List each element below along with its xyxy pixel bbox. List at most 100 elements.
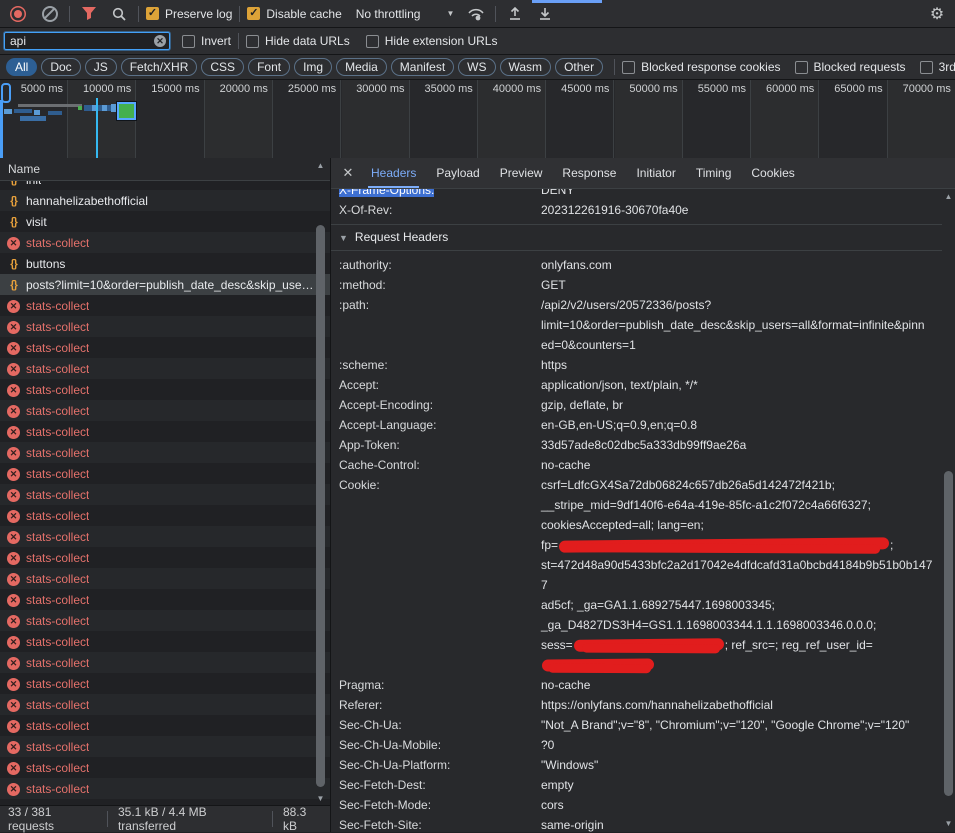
filter-button[interactable] [77, 3, 101, 25]
export-har-button[interactable] [533, 3, 557, 25]
filter-input[interactable] [4, 32, 170, 50]
preserve-log-checkbox[interactable]: ✓ [146, 7, 159, 20]
table-row-stats-collect[interactable]: ✕stats-collect [0, 232, 330, 253]
error-icon: ✕ [7, 384, 20, 397]
settings-button[interactable]: ⚙ [925, 3, 949, 25]
table-row-stats-collect[interactable]: ✕stats-collect [0, 736, 330, 757]
table-row-stats-collect[interactable]: ✕stats-collect [0, 421, 330, 442]
import-har-button[interactable] [503, 3, 527, 25]
table-row-stats-collect[interactable]: ✕stats-collect [0, 715, 330, 736]
request-name: init [26, 181, 41, 187]
request-list-scrollbar[interactable]: ▲ ▼ [314, 160, 327, 805]
name-column-header[interactable]: Name [0, 158, 330, 181]
tab-preview[interactable]: Preview [490, 158, 553, 188]
scroll-down-icon[interactable]: ▼ [314, 793, 327, 805]
table-row-stats-collect[interactable]: ✕stats-collect [0, 400, 330, 421]
filter-pill-js[interactable]: JS [85, 58, 117, 76]
table-row-stats-collect[interactable]: ✕stats-collect [0, 295, 330, 316]
filter-pill-media[interactable]: Media [336, 58, 387, 76]
header-value: ?0 [541, 735, 939, 755]
tab-initiator[interactable]: Initiator [626, 158, 685, 188]
table-row-stats-collect[interactable]: ✕stats-collect [0, 631, 330, 652]
table-row-stats-collect[interactable]: ✕stats-collect [0, 442, 330, 463]
filter-pill-ws[interactable]: WS [458, 58, 495, 76]
network-conditions-icon [467, 7, 485, 21]
table-row-stats-collect[interactable]: ✕stats-collect [0, 316, 330, 337]
header-row: Referer:https://onlyfans.com/hannaheliza… [339, 695, 942, 715]
table-row-stats-collect[interactable]: ✕stats-collect [0, 757, 330, 778]
table-row-stats-collect[interactable]: ✕ stats-collect [0, 337, 330, 358]
details-scrollbar[interactable]: ▲ ▼ [942, 189, 955, 832]
close-icon[interactable]: ✕ [335, 165, 361, 181]
hide-extension-urls-checkbox[interactable] [366, 35, 379, 48]
error-icon: ✕ [7, 678, 20, 691]
table-row-init[interactable]: {}init [0, 181, 330, 190]
filter-pill-wasm[interactable]: Wasm [500, 58, 552, 76]
disable-cache-checkbox[interactable]: ✓ [247, 7, 260, 20]
header-row: X-Of-Rev:202312261916-30670fa40e [339, 200, 942, 220]
scrollbar-thumb[interactable] [944, 471, 953, 796]
tab-payload[interactable]: Payload [426, 158, 489, 188]
tab-response[interactable]: Response [552, 158, 626, 188]
table-row-stats-collect[interactable]: ✕stats-collect [0, 673, 330, 694]
filter-pill-font[interactable]: Font [248, 58, 290, 76]
request-name: stats-collect [26, 782, 89, 796]
table-row-stats-collect[interactable]: ✕stats-collect [0, 358, 330, 379]
error-icon: ✕ [7, 300, 20, 313]
table-row-stats-collect[interactable]: ✕stats-collect [0, 484, 330, 505]
blocked-requests-checkbox[interactable] [795, 61, 808, 74]
timeline-column: 15000 ms [137, 80, 205, 158]
filter-pill-img[interactable]: Img [294, 58, 332, 76]
table-row-buttons[interactable]: {}buttons [0, 253, 330, 274]
table-row-stats-collect[interactable]: ✕stats-collect [0, 379, 330, 400]
invert-checkbox[interactable] [182, 35, 195, 48]
blocked-response-cookies-checkbox[interactable] [622, 61, 635, 74]
table-row-posts[interactable]: {}hannahelizabethofficial [0, 190, 330, 211]
filter-pill-doc[interactable]: Doc [41, 58, 80, 76]
clear-filter-icon[interactable]: ✕ [154, 35, 166, 47]
throttling-select[interactable]: No throttling [356, 7, 421, 21]
tab-cookies[interactable]: Cookies [741, 158, 804, 188]
scroll-down-icon[interactable]: ▼ [942, 818, 955, 830]
scrollbar-thumb[interactable] [316, 225, 325, 787]
request-headers-section[interactable]: ▼Request Headers [331, 224, 942, 251]
header-name: Referer: [339, 695, 541, 715]
table-row-stats-collect[interactable]: ✕stats-collect [0, 547, 330, 568]
request-name: stats-collect [26, 341, 89, 355]
filter-pill-all[interactable]: All [6, 58, 37, 76]
timeline-tick-label: 10000 ms [83, 83, 131, 95]
table-row-stats-collect[interactable]: ✕stats-collect [0, 463, 330, 484]
timeline-tick-label: 50000 ms [629, 83, 677, 95]
record-button[interactable] [6, 3, 30, 25]
filter-pill-manifest[interactable]: Manifest [391, 58, 454, 76]
filter-pill-other[interactable]: Other [555, 58, 603, 76]
table-row-stats-collect[interactable]: ✕stats-collect [0, 694, 330, 715]
gear-icon: ⚙ [930, 4, 944, 24]
table-row-stats-collect[interactable]: ✕stats-collect [0, 610, 330, 631]
error-icon: ✕ [7, 342, 20, 355]
table-row-visit[interactable]: {}visit [0, 211, 330, 232]
filter-pill-css[interactable]: CSS [201, 58, 244, 76]
filter-pill-fetch-xhr[interactable]: Fetch/XHR [121, 58, 198, 76]
table-row-stats-collect[interactable]: ✕stats-collect [0, 778, 330, 799]
tab-timing[interactable]: Timing [686, 158, 742, 188]
scroll-up-icon[interactable]: ▲ [942, 191, 955, 203]
table-row-stats-collect[interactable]: ✕stats-collect [0, 526, 330, 547]
table-row-posts[interactable]: {}posts?limit=10&order=publish_date_desc… [0, 274, 330, 295]
request-name: stats-collect [26, 488, 89, 502]
3rd-party-requests-checkbox[interactable] [920, 61, 933, 74]
header-row: :path:/api2/v2/users/20572336/posts?limi… [339, 295, 942, 355]
request-name: stats-collect [26, 320, 89, 334]
table-row-stats-collect[interactable]: ✕stats-collect [0, 589, 330, 610]
clear-button[interactable] [38, 3, 62, 25]
network-conditions-button[interactable] [464, 3, 488, 25]
network-overview[interactable]: 5000 ms10000 ms15000 ms20000 ms25000 ms3… [0, 80, 955, 159]
table-row-stats-collect[interactable]: ✕stats-collect [0, 568, 330, 589]
hide-data-urls-checkbox[interactable] [246, 35, 259, 48]
table-row-stats-collect[interactable]: ✕stats-collect [0, 652, 330, 673]
table-row-stats-collect[interactable]: ✕stats-collect [0, 505, 330, 526]
scroll-up-icon[interactable]: ▲ [314, 160, 327, 172]
search-button[interactable] [107, 3, 131, 25]
chevron-down-icon[interactable]: ▼ [446, 9, 454, 18]
tab-headers[interactable]: Headers [361, 158, 426, 188]
